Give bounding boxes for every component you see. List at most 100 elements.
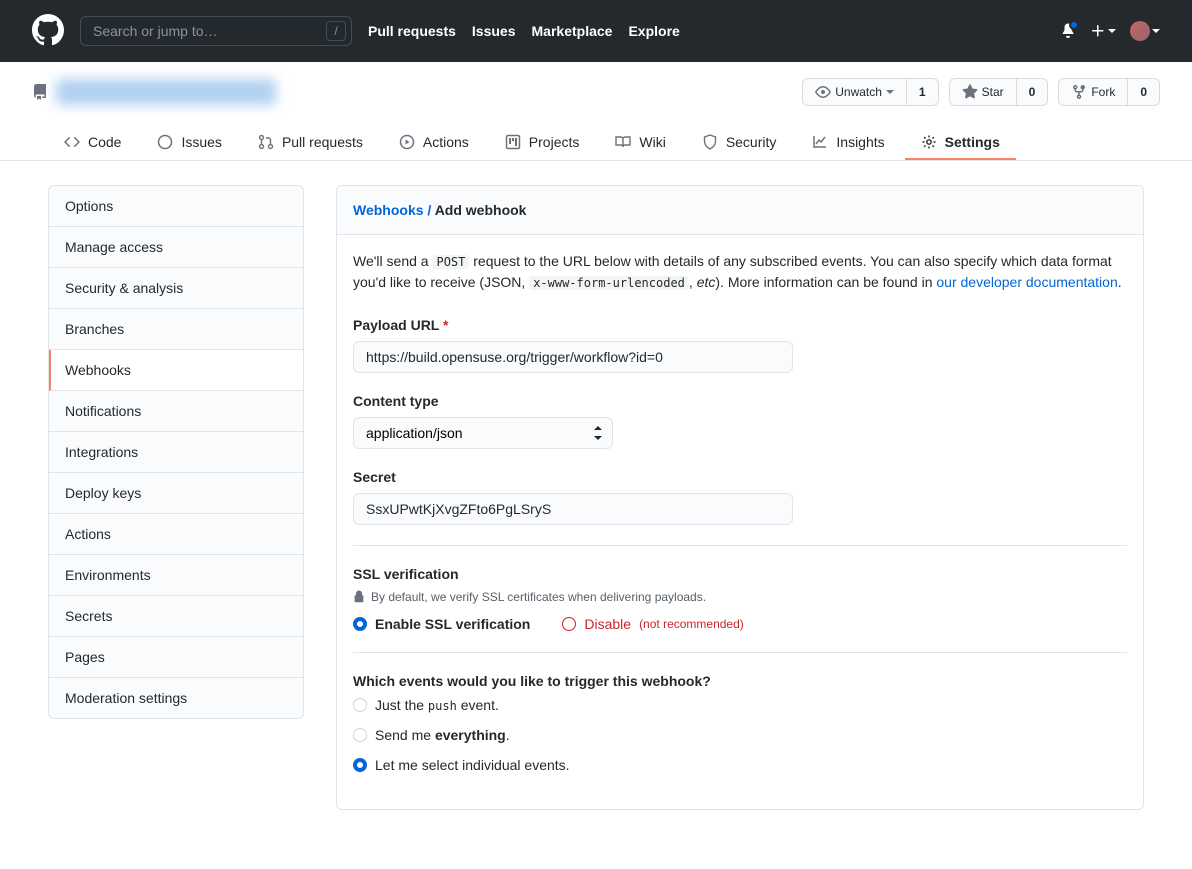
tab-label: Insights: [836, 134, 884, 150]
sidebar-item-notifications[interactable]: Notifications: [49, 391, 303, 432]
sidebar-item-environments[interactable]: Environments: [49, 555, 303, 596]
breadcrumb-sep: /: [424, 202, 435, 218]
sidebar-item-branches[interactable]: Branches: [49, 309, 303, 350]
sidebar-item-webhooks[interactable]: Webhooks: [49, 350, 303, 391]
fork-button[interactable]: Fork: [1058, 78, 1128, 106]
caret-down-icon: [886, 90, 894, 94]
tab-settings[interactable]: Settings: [905, 126, 1016, 160]
fork-count[interactable]: 0: [1128, 78, 1160, 106]
project-icon: [505, 134, 521, 150]
tab-label: Code: [88, 134, 121, 150]
ssl-heading: SSL verification: [353, 566, 1127, 582]
tab-pull-requests[interactable]: Pull requests: [242, 126, 379, 160]
unwatch-button[interactable]: Unwatch: [802, 78, 907, 106]
events-just-push-radio[interactable]: Just the push event.: [353, 697, 1127, 713]
eye-icon: [815, 84, 831, 100]
repo-tabs: Code Issues Pull requests Actions Projec…: [32, 126, 1160, 160]
repo-header: Unwatch 1 Star 0 Fork 0 Code: [0, 62, 1192, 161]
caret-down-icon: [1152, 29, 1160, 33]
divider: [353, 652, 1127, 653]
nav-marketplace[interactable]: Marketplace: [532, 23, 613, 39]
radio-indicator: [353, 698, 367, 712]
tab-wiki[interactable]: Wiki: [599, 126, 681, 160]
tab-actions[interactable]: Actions: [383, 126, 485, 160]
divider: [353, 545, 1127, 546]
tab-label: Wiki: [639, 134, 665, 150]
content-type-select[interactable]: application/json: [353, 417, 613, 449]
sidebar-item-integrations[interactable]: Integrations: [49, 432, 303, 473]
ssl-enable-radio[interactable]: Enable SSL verification: [353, 616, 530, 632]
star-label: Star: [982, 85, 1004, 99]
ssl-note: By default, we verify SSL certificates w…: [353, 590, 1127, 604]
fork-label: Fork: [1091, 85, 1115, 99]
sidebar-item-manage-access[interactable]: Manage access: [49, 227, 303, 268]
issue-icon: [157, 134, 173, 150]
sidebar-item-pages[interactable]: Pages: [49, 637, 303, 678]
notification-dot: [1069, 20, 1079, 30]
tab-issues[interactable]: Issues: [141, 126, 237, 160]
sidebar-item-secrets[interactable]: Secrets: [49, 596, 303, 637]
tab-label: Actions: [423, 134, 469, 150]
radio-indicator: [353, 758, 367, 772]
sidebar-item-actions[interactable]: Actions: [49, 514, 303, 555]
sidebar-item-security-analysis[interactable]: Security & analysis: [49, 268, 303, 309]
search-slash-hint: /: [326, 21, 346, 41]
search-input[interactable]: [80, 16, 352, 46]
events-heading: Which events would you like to trigger t…: [353, 673, 1127, 689]
breadcrumb: Webhooks / Add webhook: [337, 186, 1143, 235]
events-individual-radio[interactable]: Let me select individual events.: [353, 757, 1127, 773]
ssl-disable-label: Disable: [584, 616, 631, 632]
intro-text: We'll send a POST request to the URL bel…: [353, 251, 1127, 293]
sidebar-item-deploy-keys[interactable]: Deploy keys: [49, 473, 303, 514]
tab-security[interactable]: Security: [686, 126, 793, 160]
ssl-disable-radio[interactable]: Disable (not recommended): [562, 616, 743, 632]
tab-label: Projects: [529, 134, 580, 150]
repo-actions: Unwatch 1 Star 0 Fork 0: [802, 78, 1160, 106]
star-icon: [962, 84, 978, 100]
secret-input[interactable]: [353, 493, 793, 525]
settings-sidebar: OptionsManage accessSecurity & analysisB…: [48, 185, 304, 810]
plus-icon: [1090, 23, 1106, 39]
sidebar-item-moderation-settings[interactable]: Moderation settings: [49, 678, 303, 718]
header-right: [1060, 21, 1160, 41]
repo-icon: [32, 84, 48, 100]
notifications-button[interactable]: [1060, 22, 1076, 41]
secret-label: Secret: [353, 469, 1127, 485]
star-count[interactable]: 0: [1017, 78, 1049, 106]
avatar: [1130, 21, 1150, 41]
repo-title: [32, 79, 276, 105]
nav-pull-requests[interactable]: Pull requests: [368, 23, 456, 39]
header-nav: Pull requests Issues Marketplace Explore: [368, 23, 680, 39]
repo-name-redacted: [56, 79, 276, 105]
developer-docs-link[interactable]: our developer documentation: [936, 274, 1117, 290]
create-new-button[interactable]: [1090, 23, 1116, 39]
watchers-count[interactable]: 1: [907, 78, 939, 106]
sidebar-item-options[interactable]: Options: [49, 186, 303, 227]
nav-explore[interactable]: Explore: [628, 23, 679, 39]
unwatch-label: Unwatch: [835, 85, 882, 99]
fork-icon: [1071, 84, 1087, 100]
gear-icon: [921, 134, 937, 150]
user-menu-button[interactable]: [1130, 21, 1160, 41]
content-type-label: Content type: [353, 393, 1127, 409]
radio-indicator: [353, 617, 367, 631]
events-everything-radio[interactable]: Send me everything.: [353, 727, 1127, 743]
tab-label: Pull requests: [282, 134, 363, 150]
tab-code[interactable]: Code: [48, 126, 137, 160]
ssl-enable-label: Enable SSL verification: [375, 616, 530, 632]
tab-label: Settings: [945, 134, 1000, 150]
nav-issues[interactable]: Issues: [472, 23, 516, 39]
tab-insights[interactable]: Insights: [796, 126, 900, 160]
caret-down-icon: [1108, 29, 1116, 33]
breadcrumb-current: Add webhook: [435, 202, 527, 218]
payload-url-input[interactable]: [353, 341, 793, 373]
star-button[interactable]: Star: [949, 78, 1017, 106]
content-panel: Webhooks / Add webhook We'll send a POST…: [336, 185, 1144, 810]
radio-indicator: [353, 728, 367, 742]
tab-projects[interactable]: Projects: [489, 126, 596, 160]
breadcrumb-parent[interactable]: Webhooks: [353, 202, 424, 218]
code-icon: [64, 134, 80, 150]
tab-label: Issues: [181, 134, 221, 150]
radio-indicator: [562, 617, 576, 631]
github-logo[interactable]: [32, 14, 64, 49]
